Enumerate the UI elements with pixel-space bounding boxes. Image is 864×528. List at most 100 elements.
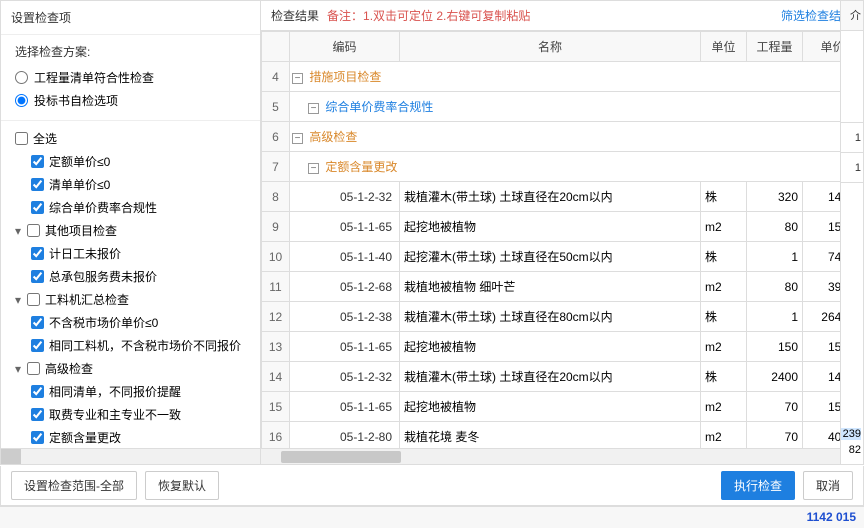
radio-conformity-label: 工程量清单符合性检查 <box>34 69 154 86</box>
table-row[interactable]: 5− 综合单价费率合规性 <box>262 92 863 122</box>
check-tree[interactable]: 全选 定额单价≤0清单单价≤0综合单价费率合规性 ▾ 其他项目检查计日工未报价总承包… <box>1 121 260 448</box>
tree-checkbox[interactable] <box>31 155 44 168</box>
cell-unit: m2 <box>701 392 747 422</box>
tree-checkbox[interactable] <box>27 362 40 375</box>
tree-checkbox[interactable] <box>31 316 44 329</box>
tree-checkbox[interactable] <box>31 339 44 352</box>
tree-item-5[interactable]: 总承包服务费未报价 <box>9 265 252 288</box>
row-index: 7 <box>262 152 290 182</box>
select-all-checkbox[interactable] <box>15 132 28 145</box>
tree-item-6[interactable]: ▾ 工料机汇总检查 <box>9 288 252 311</box>
col-code: 编码 <box>290 32 400 62</box>
table-row[interactable]: 1305-1-1-65起挖地被植物m215015.61 <box>262 332 863 362</box>
radio-conformity-input[interactable] <box>15 71 28 84</box>
caret-icon[interactable]: ▾ <box>15 362 25 376</box>
group-cell[interactable]: − 综合单价费率合规性 <box>290 92 863 122</box>
cell-code: 05-1-2-38 <box>290 302 400 332</box>
row-index: 13 <box>262 332 290 362</box>
expander-icon[interactable]: − <box>308 163 319 174</box>
table-row[interactable]: 905-1-1-65起挖地被植物m28015.61 <box>262 212 863 242</box>
cell-code: 05-1-1-40 <box>290 242 400 272</box>
grid-hscroll[interactable] <box>261 448 863 464</box>
row-index: 5 <box>262 92 290 122</box>
group-label: 高级检查 <box>306 130 357 144</box>
expander-icon[interactable]: − <box>292 133 303 144</box>
scope-button[interactable]: 设置检查范围-全部 <box>11 471 137 500</box>
table-row[interactable]: 6− 高级检查 <box>262 122 863 152</box>
row-index: 10 <box>262 242 290 272</box>
radio-selfcheck[interactable]: 投标书自检选项 <box>15 89 246 112</box>
extra-header: 介 <box>841 1 863 31</box>
restore-button[interactable]: 恢复默认 <box>145 471 219 500</box>
extra-badge1: 239 <box>841 428 861 440</box>
select-all-row[interactable]: 全选 <box>9 127 252 150</box>
tree-item-0[interactable]: 定额单价≤0 <box>9 150 252 173</box>
tree-label: 定额含量更改 <box>49 429 121 446</box>
group-label: 综合单价费率合规性 <box>322 100 433 114</box>
status-a: 1142 015 <box>807 510 856 525</box>
expander-icon[interactable]: − <box>292 73 303 84</box>
cell-unit: m2 <box>701 422 747 449</box>
col-unit: 单位 <box>701 32 747 62</box>
tree-label: 取费专业和主专业不一致 <box>49 406 181 423</box>
tree-checkbox[interactable] <box>31 201 44 214</box>
tree-label: 总承包服务费未报价 <box>49 268 157 285</box>
cell-code: 05-1-2-68 <box>290 272 400 302</box>
cell-unit: 株 <box>701 362 747 392</box>
tree-checkbox[interactable] <box>31 270 44 283</box>
extra-r1: 1 <box>841 123 863 153</box>
result-grid[interactable]: 编码 名称 单位 工程量 单价 4− 措施项目检查5− 综合单价费率合规性6− … <box>261 31 863 448</box>
tree-checkbox[interactable] <box>31 408 44 421</box>
table-row[interactable]: 1405-1-2-32栽植灌木(带土球) 土球直径在20cm以内株240014.… <box>262 362 863 392</box>
tree-checkbox[interactable] <box>27 293 40 306</box>
group-cell[interactable]: − 高级检查 <box>290 122 863 152</box>
expander-icon[interactable]: − <box>308 103 319 114</box>
tree-checkbox[interactable] <box>31 178 44 191</box>
tree-checkbox[interactable] <box>31 431 44 444</box>
tree-label: 相同清单，不同报价提醒 <box>49 383 181 400</box>
table-row[interactable]: 7− 定额含量更改 <box>262 152 863 182</box>
tree-checkbox[interactable] <box>27 224 40 237</box>
table-row[interactable]: 1105-1-2-68栽植地被植物 细叶芒m28039.15 <box>262 272 863 302</box>
tree-item-12[interactable]: 定额含量更改 <box>9 426 252 448</box>
result-title: 检查结果 <box>271 7 319 24</box>
tree-item-3[interactable]: ▾ 其他项目检查 <box>9 219 252 242</box>
radio-conformity[interactable]: 工程量清单符合性检查 <box>15 66 246 89</box>
tree-item-1[interactable]: 清单单价≤0 <box>9 173 252 196</box>
caret-icon[interactable]: ▾ <box>15 224 25 238</box>
table-row[interactable]: 1005-1-1-40起挖灌木(带土球) 土球直径在50cm以内株174.69 <box>262 242 863 272</box>
tree-checkbox[interactable] <box>31 385 44 398</box>
tree-item-2[interactable]: 综合单价费率合规性 <box>9 196 252 219</box>
cell-unit: 株 <box>701 302 747 332</box>
left-hscroll[interactable] <box>1 448 260 464</box>
table-row[interactable]: 4− 措施项目检查 <box>262 62 863 92</box>
table-row[interactable]: 1605-1-2-80栽植花境 麦冬m27040.19 <box>262 422 863 449</box>
tree-item-8[interactable]: 相同工料机，不含税市场价不同报价 <box>9 334 252 357</box>
table-row[interactable]: 1205-1-2-38栽植灌木(带土球) 土球直径在80cm以内株1264.36 <box>262 302 863 332</box>
tree-item-9[interactable]: ▾高级检查 <box>9 357 252 380</box>
row-index: 16 <box>262 422 290 449</box>
left-panel: 设置检查项 选择检查方案: 工程量清单符合性检查 投标书自检选项 全选 定额单价… <box>1 1 261 464</box>
cell-code: 05-1-2-32 <box>290 182 400 212</box>
tree-item-4[interactable]: 计日工未报价 <box>9 242 252 265</box>
group-cell[interactable]: − 定额含量更改 <box>290 152 863 182</box>
radio-selfcheck-input[interactable] <box>15 94 28 107</box>
row-index: 4 <box>262 62 290 92</box>
group-cell[interactable]: − 措施项目检查 <box>290 62 863 92</box>
row-index: 15 <box>262 392 290 422</box>
tree-item-10[interactable]: 相同清单，不同报价提醒 <box>9 380 252 403</box>
cancel-button[interactable]: 取消 <box>803 471 853 500</box>
table-row[interactable]: 1505-1-1-65起挖地被植物m27015.61 <box>262 392 863 422</box>
execute-button[interactable]: 执行检查 <box>721 471 795 500</box>
cell-unit: m2 <box>701 272 747 302</box>
tree-item-7[interactable]: 不含税市场价单价≤0 <box>9 311 252 334</box>
tree-label: 其他项目检查 <box>45 222 117 239</box>
row-index: 14 <box>262 362 290 392</box>
footer: 设置检查范围-全部 恢复默认 执行检查 取消 <box>0 466 864 506</box>
cell-unit: 株 <box>701 182 747 212</box>
tree-label: 工料机汇总检查 <box>45 291 129 308</box>
table-row[interactable]: 805-1-2-32栽植灌木(带土球) 土球直径在20cm以内株32014.52 <box>262 182 863 212</box>
caret-icon[interactable]: ▾ <box>15 293 25 307</box>
tree-item-11[interactable]: 取费专业和主专业不一致 <box>9 403 252 426</box>
tree-checkbox[interactable] <box>31 247 44 260</box>
